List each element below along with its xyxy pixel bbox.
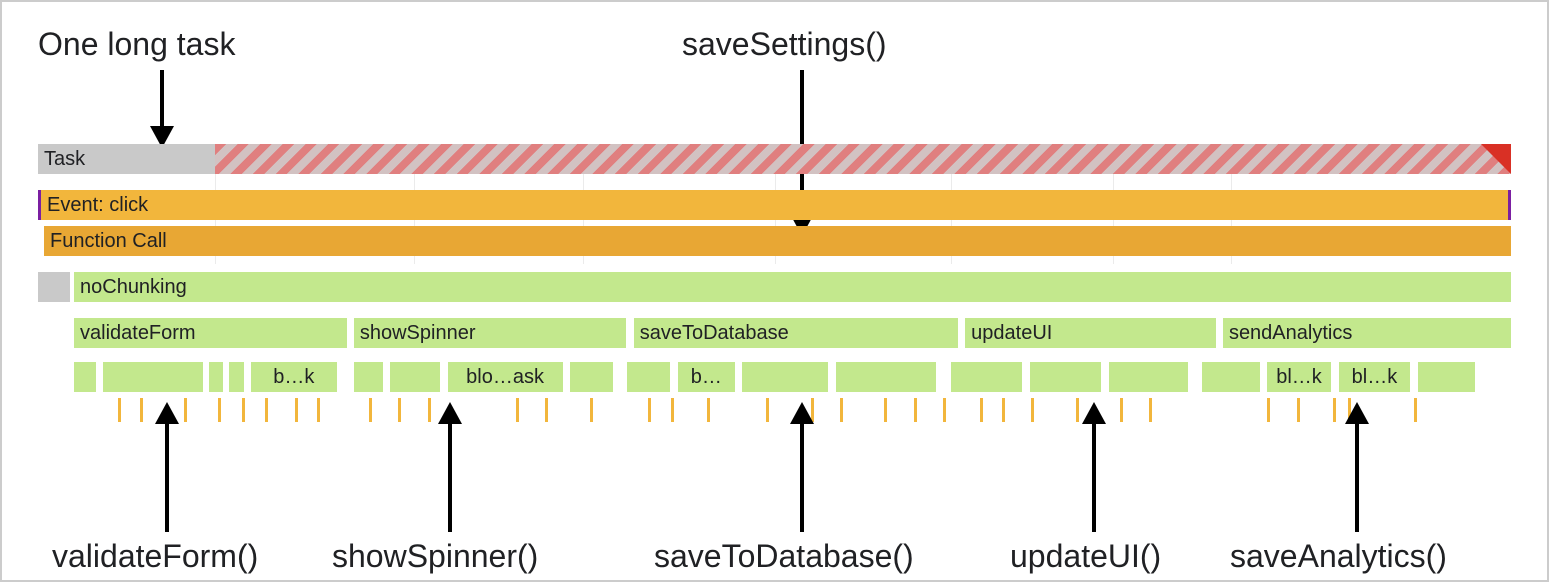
subblock[interactable] [1202,362,1259,392]
tick-mark [242,398,245,422]
task-gray-segment: Task [38,144,215,174]
fn-label: showSpinner [360,322,476,345]
subblock[interactable] [1030,362,1102,392]
task-long-segment [215,144,1511,174]
fn-savetodatabase[interactable]: saveToDatabase [634,318,958,348]
fn-sendanalytics[interactable]: sendAnalytics [1223,318,1511,348]
arrow-icon [147,402,187,532]
subblock[interactable]: b… [678,362,735,392]
fn-label: validateForm [80,322,196,345]
nochunking-pre-gray [38,272,70,302]
subblock[interactable]: bl…k [1267,362,1332,392]
tick-mark [398,398,401,422]
subblock[interactable] [1418,362,1475,392]
subblock[interactable]: b…k [251,362,337,392]
tick-mark [1002,398,1005,422]
tick-mark [265,398,268,422]
subblock-label: bl…k [1352,366,1398,389]
fn-label: sendAnalytics [1229,322,1352,345]
annotation-showspinner: showSpinner() [332,538,538,575]
annotation-savetodatabase: saveToDatabase() [654,538,914,575]
event-row[interactable]: Event: click [38,190,1511,220]
tick-mark [218,398,221,422]
tick-mark [1348,398,1351,422]
fn-updateui[interactable]: updateUI [965,318,1215,348]
subblock[interactable] [951,362,1023,392]
task-corner-icon [1481,144,1511,174]
tick-mark [118,398,121,422]
tick-mark [766,398,769,422]
fn-showspinner[interactable]: showSpinner [354,318,627,348]
tick-mark [811,398,814,422]
tick-mark [980,398,983,422]
annotation-updateui: updateUI() [1010,538,1161,575]
annotation-save-settings: saveSettings() [682,26,887,63]
subblock[interactable] [229,362,243,392]
tick-mark [1120,398,1123,422]
task-row[interactable]: Task [38,144,1511,174]
subblock-row: b…k blo…ask b… bl…k bl…k [74,362,1511,392]
subblock[interactable] [570,362,613,392]
subblock-label: b…k [273,366,314,389]
arrow-icon [1337,402,1377,532]
subblock[interactable] [836,362,937,392]
tick-mark [943,398,946,422]
annotation-one-long-task: One long task [38,26,235,63]
tick-mark [184,398,187,422]
subblock[interactable] [390,362,440,392]
nochunking-row[interactable]: noChunking [74,272,1511,302]
tick-mark [1149,398,1152,422]
tick-mark [648,398,651,422]
tick-mark [840,398,843,422]
tick-mark [1267,398,1270,422]
subblock[interactable] [627,362,670,392]
function-call-row[interactable]: Function Call [44,226,1511,256]
tick-mark [140,398,143,422]
tick-mark [1414,398,1417,422]
annotation-validateform: validateForm() [52,538,258,575]
function-call-label: Function Call [50,230,167,253]
arrow-icon [430,402,470,532]
subblock[interactable] [354,362,383,392]
fn-label: saveToDatabase [640,322,789,345]
tick-mark [590,398,593,422]
tick-mark [914,398,917,422]
subblock[interactable]: blo…ask [448,362,563,392]
tick-mark [1297,398,1300,422]
subblock-label: bl…k [1276,366,1322,389]
tick-mark [884,398,887,422]
annotation-saveanalytics: saveAnalytics() [1230,538,1447,575]
tick-mark [317,398,320,422]
tick-mark [516,398,519,422]
nochunking-label: noChunking [80,276,187,299]
tick-mark [671,398,674,422]
subblock[interactable] [103,362,204,392]
subblock[interactable] [742,362,828,392]
subblock-label: b… [691,366,722,389]
subblock-label: blo…ask [466,366,544,389]
tick-mark [707,398,710,422]
subblock[interactable]: bl…k [1339,362,1411,392]
subblock[interactable] [1109,362,1188,392]
task-label: Task [44,148,85,171]
event-label: Event: click [47,194,148,217]
arrow-icon [1074,402,1114,532]
tick-mark [1076,398,1079,422]
arrow-icon [782,402,822,532]
subblock[interactable] [209,362,223,392]
tick-mark [295,398,298,422]
fn-label: updateUI [971,322,1052,345]
tick-mark [545,398,548,422]
subblock[interactable] [74,362,96,392]
fn-validateform[interactable]: validateForm [74,318,347,348]
tick-mark [428,398,431,422]
arrow-icon [142,70,182,150]
tick-mark [369,398,372,422]
tick-mark [1333,398,1336,422]
tick-mark [1031,398,1034,422]
